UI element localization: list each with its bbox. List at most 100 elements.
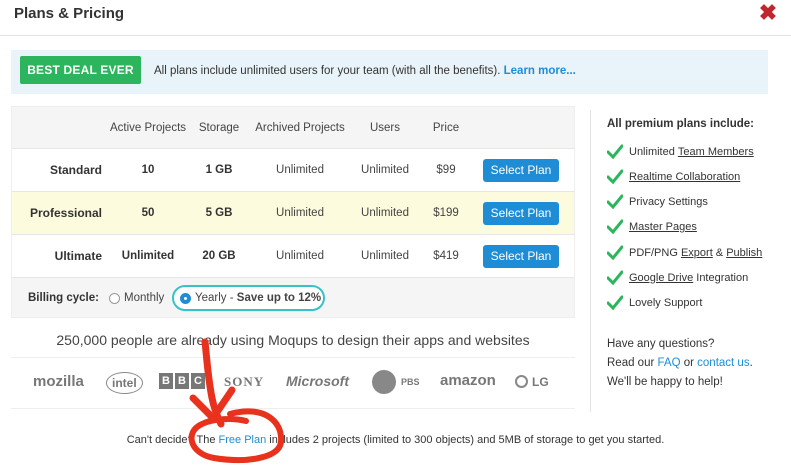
export-link[interactable]: Export (681, 247, 713, 259)
check-icon (607, 270, 623, 286)
check-icon (607, 295, 623, 311)
bbc-letter: C (191, 373, 205, 389)
column-header: Storage (198, 121, 240, 134)
help-text: We'll be happy to help! (607, 376, 723, 388)
modal-title: Plans & Pricing (14, 5, 125, 22)
feature-item: Realtime Collaboration (607, 167, 740, 187)
close-icon[interactable]: ✖ (757, 2, 779, 24)
free-plan-footer: Can't decide? The Free Plan includes 2 p… (0, 434, 791, 446)
plan-storage: 20 GB (202, 250, 236, 262)
feature-text: Unlimited (629, 146, 678, 158)
plan-name: Professional (29, 206, 102, 220)
premium-features-sidebar: All premium plans include: Unlimited Tea… (590, 110, 780, 412)
plan-action: Select Plan (480, 192, 562, 234)
modal-header: Plans & Pricing ✖ (0, 0, 791, 36)
best-deal-badge: BEST DEAL EVER (20, 56, 141, 84)
plan-projects: 10 (141, 164, 155, 176)
read-our-text: Read our (607, 357, 658, 369)
questions-line: Read our FAQ or contact us. (607, 354, 753, 373)
contact-us-link[interactable]: contact us (697, 357, 749, 369)
faq-link[interactable]: FAQ (658, 357, 681, 369)
microsoft-logo: Microsoft (286, 373, 349, 389)
customer-logos: mozilla intel B B C SONY Microsoft PBS a… (11, 357, 575, 409)
realtime-collaboration-link[interactable]: Realtime Collaboration (629, 171, 740, 183)
check-icon (607, 219, 623, 235)
feature-text: Lovely Support (629, 297, 703, 309)
plan-price: $199 (433, 207, 459, 219)
feature-text: PDF/PNG (629, 247, 681, 259)
billing-yearly-option[interactable]: Yearly - Save up to 12% (180, 292, 321, 304)
check-icon (607, 194, 623, 210)
plan-price: $419 (433, 250, 459, 262)
feature-text: & (712, 247, 727, 259)
feature-text: Privacy Settings (629, 196, 708, 208)
master-pages-link[interactable]: Master Pages (629, 221, 697, 233)
questions-heading: Have any questions? (607, 338, 715, 350)
billing-monthly-option[interactable]: Monthly (109, 292, 164, 304)
footer-text-before: Can't decide? The (126, 434, 219, 446)
feature-item: Privacy Settings (607, 192, 708, 212)
team-members-link[interactable]: Team Members (678, 146, 754, 158)
plan-storage: 5 GB (205, 207, 233, 219)
deal-banner: BEST DEAL EVER All plans include unlimit… (11, 50, 768, 94)
column-header: Users (369, 121, 401, 134)
feature-item: Google Drive Integration (607, 268, 748, 288)
plan-action: Select Plan (480, 149, 562, 191)
plan-users: Unlimited (361, 207, 409, 219)
plan-action: Select Plan (480, 235, 562, 277)
plan-users: Unlimited (361, 164, 409, 176)
yearly-radio[interactable] (180, 292, 191, 304)
table-header-row: Active Projects Storage Archived Project… (12, 107, 574, 148)
plan-price: $99 (436, 164, 456, 176)
plan-users: Unlimited (361, 250, 409, 262)
check-icon (607, 245, 623, 261)
select-plan-professional-button[interactable]: Select Plan (483, 201, 559, 225)
lg-logo: LG (532, 375, 549, 389)
plan-name: Ultimate (54, 249, 102, 263)
feature-item: Master Pages (607, 217, 697, 237)
social-proof-text: 250,000 people are already using Moqups … (56, 332, 530, 348)
deal-description: All plans include unlimited users for yo… (154, 65, 501, 77)
intel-logo: intel (106, 372, 143, 394)
feature-item: Unlimited Team Members (607, 142, 754, 162)
check-icon (607, 169, 623, 185)
plan-projects: 50 (141, 207, 155, 219)
plan-row-ultimate: Ultimate Unlimited 20 GB Unlimited Unlim… (12, 234, 574, 277)
feature-item: Lovely Support (607, 293, 702, 313)
column-header: Active Projects (109, 121, 187, 134)
publish-link[interactable]: Publish (726, 247, 762, 259)
pbs-head-icon (372, 370, 396, 394)
plan-row-professional: Professional 50 5 GB Unlimited Unlimited… (12, 191, 574, 234)
plan-projects: Unlimited (121, 250, 175, 262)
billing-cycle-row: Billing cycle: Monthly Yearly - Save up … (12, 277, 574, 319)
pbs-logo: PBS (401, 377, 420, 387)
plan-archived: Unlimited (276, 164, 324, 176)
bbc-letter: B (159, 373, 173, 389)
select-plan-standard-button[interactable]: Select Plan (483, 158, 559, 182)
footer-text-after: includes 2 projects (limited to 300 obje… (266, 434, 665, 446)
google-drive-link[interactable]: Google Drive (629, 272, 693, 284)
plan-storage: 1 GB (205, 164, 233, 176)
monthly-radio[interactable] (109, 292, 120, 304)
column-header: Price (432, 121, 460, 134)
learn-more-link[interactable]: Learn more... (504, 65, 576, 77)
feature-text: Integration (693, 272, 749, 284)
billing-cycle-label: Billing cycle: (28, 292, 99, 304)
plan-row-standard: Standard 10 1 GB Unlimited Unlimited $99… (12, 148, 574, 191)
or-text: or (680, 357, 698, 369)
bbc-letter: B (175, 373, 189, 389)
free-plan-link[interactable]: Free Plan (219, 434, 267, 446)
sidebar-title: All premium plans include: (607, 118, 754, 130)
pricing-table: Active Projects Storage Archived Project… (11, 106, 575, 318)
amazon-logo: amazon (440, 372, 496, 389)
questions-block: Have any questions? Read our FAQ or cont… (607, 335, 753, 392)
select-plan-ultimate-button[interactable]: Select Plan (483, 244, 559, 268)
bbc-logo: B B C (159, 373, 205, 389)
period-text: . (749, 357, 753, 369)
monthly-label: Monthly (124, 292, 165, 304)
plan-name: Standard (49, 163, 102, 177)
column-header: Archived Projects (255, 121, 345, 134)
check-icon (607, 144, 623, 160)
feature-item: PDF/PNG Export & Publish (607, 243, 762, 263)
yearly-separator: - (226, 292, 237, 304)
